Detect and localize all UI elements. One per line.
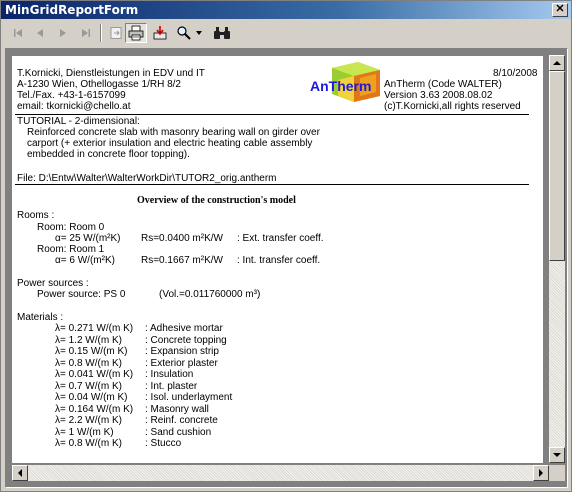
room-alpha: α= 25 W/(m²K) bbox=[55, 233, 121, 244]
left-arrow-icon bbox=[18, 469, 22, 477]
report-page: T.Kornicki, Dienstleistungen in EDV und … bbox=[12, 56, 543, 463]
tutorial-line: Reinforced concrete slab with masonry be… bbox=[27, 127, 320, 138]
material-name: : Adhesive mortar bbox=[145, 323, 223, 334]
overview-title: Overview of the construction's model bbox=[137, 195, 296, 206]
scrollbar-corner bbox=[549, 465, 565, 481]
scroll-left-button[interactable] bbox=[12, 465, 28, 481]
material-name: : Concrete topping bbox=[145, 335, 227, 346]
tutorial-line: carport (+ exterior insulation and elect… bbox=[27, 138, 313, 149]
title-bar[interactable]: MinGridReportForm ✕ bbox=[1, 1, 571, 19]
material-lambda: λ= 0.164 W/(m K) bbox=[55, 404, 134, 415]
report-window: MinGridReportForm ✕ T.Kornicki, Dienstle… bbox=[0, 0, 572, 492]
file-divider bbox=[15, 184, 529, 185]
down-arrow-icon bbox=[553, 453, 561, 457]
material-lambda: λ= 0.041 W/(m K) bbox=[55, 369, 134, 380]
logo-text: AnTherm bbox=[310, 78, 372, 94]
room-rs: Rs=0.0400 m²K/W bbox=[141, 233, 223, 244]
printer-icon bbox=[128, 25, 144, 41]
program-line: (c)T.Kornicki,all rights reserved bbox=[384, 101, 521, 112]
scroll-down-button[interactable] bbox=[549, 447, 565, 463]
material-name: : Sand cushion bbox=[145, 427, 212, 438]
room-alpha: α= 6 W/(m²K) bbox=[55, 255, 115, 266]
magnifier-icon bbox=[177, 26, 191, 40]
up-arrow-icon bbox=[553, 61, 561, 65]
window-title: MinGridReportForm bbox=[5, 3, 139, 17]
close-icon: ✕ bbox=[555, 3, 565, 15]
vertical-scrollbar[interactable] bbox=[549, 55, 565, 463]
scroll-up-button[interactable] bbox=[549, 55, 565, 71]
prev-page-icon bbox=[37, 29, 43, 37]
company-line: T.Kornicki, Dienstleistungen in EDV und … bbox=[17, 68, 205, 79]
rooms-heading: Rooms : bbox=[17, 210, 55, 221]
scroll-right-button[interactable] bbox=[533, 465, 549, 481]
next-page-icon bbox=[60, 29, 66, 37]
goto-page-icon bbox=[110, 27, 122, 39]
material-name: : Exterior plaster bbox=[145, 358, 218, 369]
tutorial-line: embedded in concrete floor topping). bbox=[27, 149, 190, 160]
toolbar bbox=[1, 21, 571, 47]
power-volume: (Vol.=0.011760000 m³) bbox=[159, 289, 261, 300]
material-name: : Masonry wall bbox=[145, 404, 209, 415]
material-name: : Isol. underlayment bbox=[145, 392, 233, 403]
material-lambda: λ= 2.2 W/(m K) bbox=[55, 415, 122, 426]
last-page-icon bbox=[82, 29, 90, 37]
close-button[interactable]: ✕ bbox=[552, 3, 568, 17]
vertical-scroll-thumb[interactable] bbox=[549, 71, 565, 261]
power-heading: Power sources : bbox=[17, 278, 89, 289]
report-date: 8/10/2008 bbox=[493, 68, 538, 79]
room-desc: : Ext. transfer coeff. bbox=[237, 233, 324, 244]
zoom-dropdown-button[interactable] bbox=[193, 23, 205, 43]
right-arrow-icon bbox=[539, 469, 543, 477]
first-page-icon bbox=[14, 29, 22, 37]
material-lambda: λ= 0.15 W/(m K) bbox=[55, 346, 128, 357]
file-path: File: D:\Entw\Walter\WalterWorkDir\TUTOR… bbox=[17, 173, 277, 184]
room-name: Room: Room 1 bbox=[37, 244, 105, 255]
material-name: : Int. plaster bbox=[145, 381, 198, 392]
toolbar-separator bbox=[100, 24, 102, 42]
print-button[interactable] bbox=[125, 23, 147, 43]
material-lambda: λ= 0.8 W/(m K) bbox=[55, 438, 122, 449]
program-line: Version 3.63 2008.08.02 bbox=[384, 90, 493, 101]
goto-page-button[interactable] bbox=[105, 23, 127, 43]
material-name: : Expansion strip bbox=[145, 346, 219, 357]
room-desc: : Int. transfer coeff. bbox=[237, 255, 321, 266]
company-line: email: tkornicki@chello.at bbox=[17, 101, 131, 112]
export-icon bbox=[153, 26, 167, 40]
horizontal-scrollbar[interactable] bbox=[12, 465, 549, 481]
material-lambda: λ= 0.7 W/(m K) bbox=[55, 381, 122, 392]
export-button[interactable] bbox=[149, 23, 171, 43]
last-page-button[interactable] bbox=[75, 23, 97, 43]
material-lambda: λ= 0.8 W/(m K) bbox=[55, 358, 122, 369]
material-name: : Insulation bbox=[145, 369, 194, 380]
material-lambda: λ= 0.271 W/(m K) bbox=[55, 323, 134, 334]
binoculars-icon bbox=[214, 27, 230, 39]
materials-heading: Materials : bbox=[17, 312, 64, 323]
room-name: Room: Room 0 bbox=[37, 222, 105, 233]
first-page-button[interactable] bbox=[7, 23, 29, 43]
company-line: Tel./Fax. +43-1-6157099 bbox=[17, 90, 126, 101]
material-lambda: λ= 1 W/(m K) bbox=[55, 427, 114, 438]
material-lambda: λ= 1.2 W/(m K) bbox=[55, 335, 122, 346]
dropdown-arrow-icon bbox=[196, 31, 202, 35]
program-line: AnTherm (Code WALTER) bbox=[384, 79, 502, 90]
next-page-button[interactable] bbox=[52, 23, 74, 43]
find-button[interactable] bbox=[211, 23, 233, 43]
zoom-button[interactable] bbox=[173, 23, 195, 43]
material-lambda: λ= 0.04 W/(m K) bbox=[55, 392, 128, 403]
material-name: : Reinf. concrete bbox=[145, 415, 218, 426]
room-rs: Rs=0.1667 m²K/W bbox=[141, 255, 223, 266]
prev-page-button[interactable] bbox=[29, 23, 51, 43]
report-viewer: T.Kornicki, Dienstleistungen in EDV und … bbox=[5, 48, 568, 488]
company-line: A-1230 Wien, Othellogasse 1/RH 8/2 bbox=[17, 79, 181, 90]
tutorial-title: TUTORIAL - 2-dimensional: bbox=[17, 116, 140, 127]
material-name: : Stucco bbox=[145, 438, 182, 449]
power-source: Power source: PS 0 bbox=[37, 289, 126, 300]
header-divider bbox=[15, 114, 529, 115]
